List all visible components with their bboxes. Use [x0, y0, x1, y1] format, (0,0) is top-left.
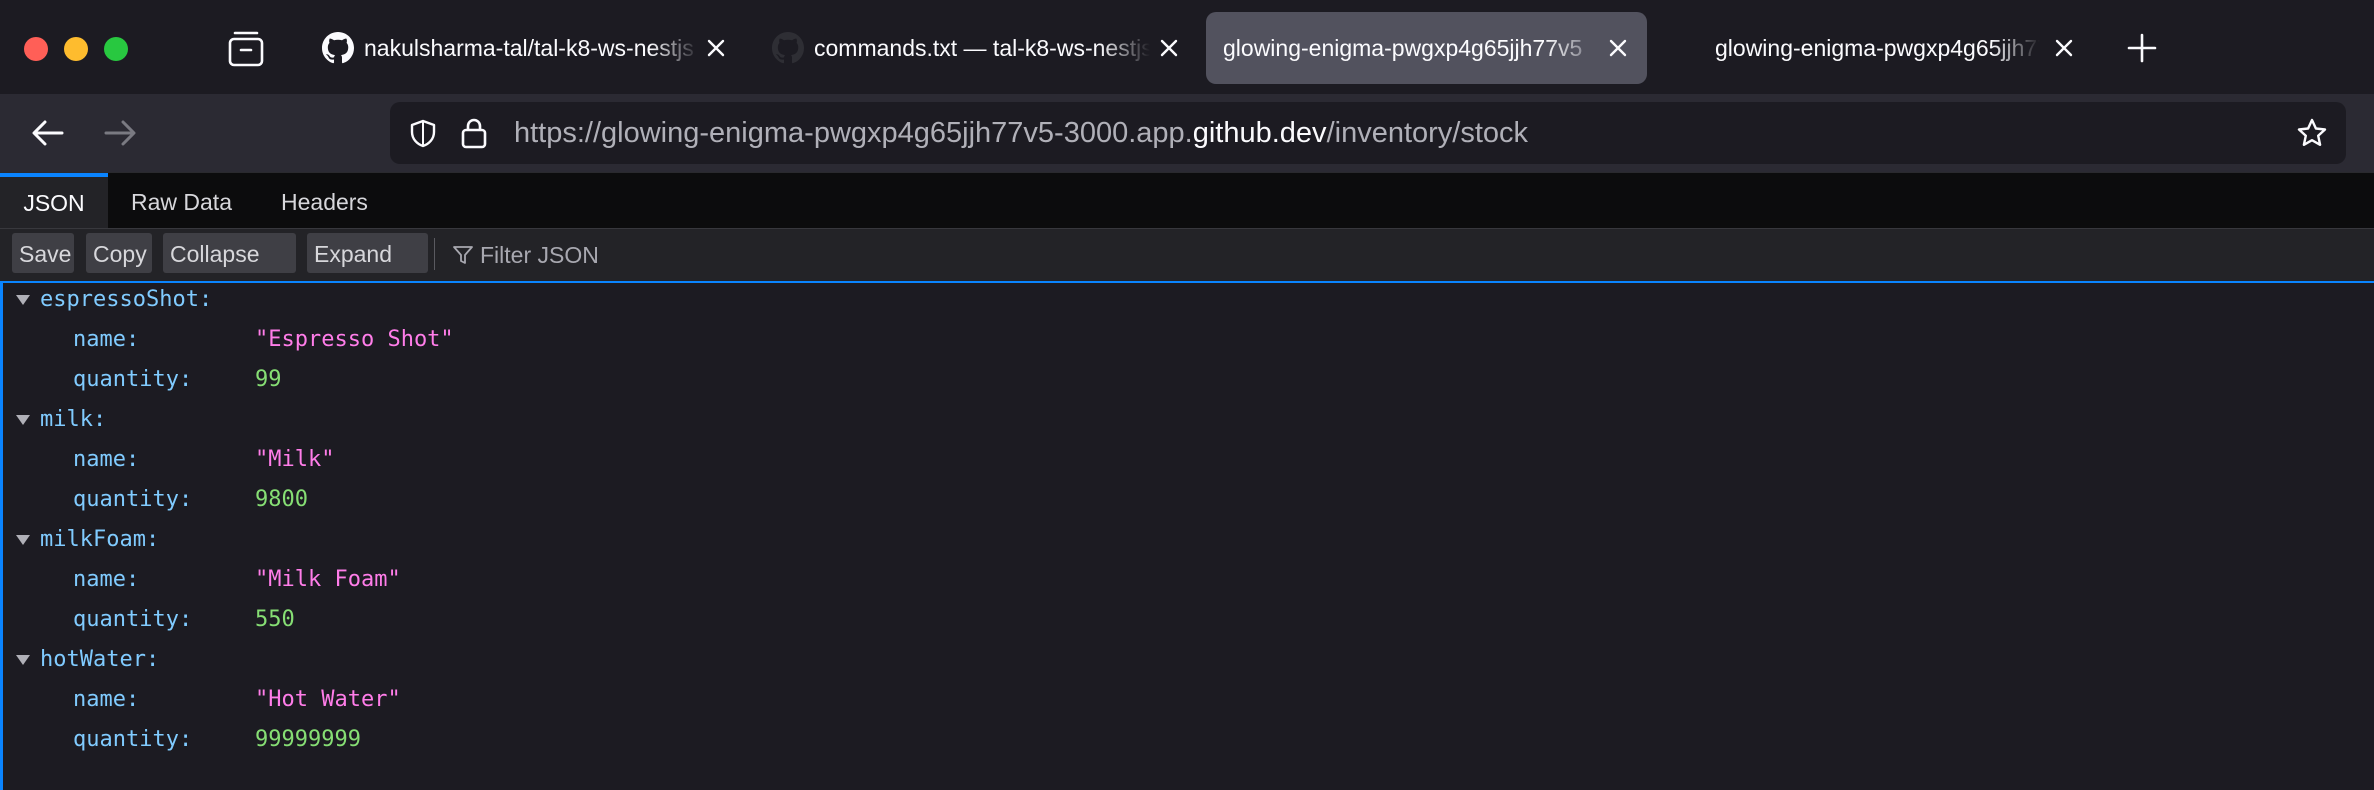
- github-icon: [322, 32, 354, 64]
- json-property-row[interactable]: name: "Milk": [3, 440, 2303, 480]
- triangle-down-icon[interactable]: [15, 414, 31, 426]
- json-key: espressoShot:: [40, 287, 213, 312]
- url-bar[interactable]: https://glowing-enigma-pwgxp4g65jjh77v5-…: [390, 102, 2346, 164]
- tab-headers[interactable]: Headers: [281, 173, 368, 229]
- tab-title: glowing-enigma-pwgxp4g65jjh77v5: [1715, 35, 2040, 61]
- navigation-bar: https://glowing-enigma-pwgxp4g65jjh77v5-…: [0, 94, 2374, 172]
- json-key: milk:: [40, 407, 107, 432]
- json-key: name:: [73, 567, 140, 592]
- json-key: quantity:: [73, 367, 193, 392]
- json-object-row[interactable]: espressoShot:: [3, 280, 2303, 320]
- copy-button[interactable]: Copy: [86, 233, 152, 273]
- browser-tab-commands[interactable]: commands.txt — tal-k8-ws-nestjs: [752, 12, 1192, 84]
- close-icon[interactable]: [1157, 36, 1181, 60]
- tab-title: nakulsharma-tal/tal-k8-ws-nestjs: [364, 35, 694, 61]
- collapse-all-button[interactable]: Collapse All: [163, 233, 296, 309]
- url-text[interactable]: https://glowing-enigma-pwgxp4g65jjh77v5-…: [514, 102, 1528, 164]
- filter-icon: [453, 246, 473, 264]
- json-toolbar: Save Copy Collapse All Expand All Filter…: [0, 228, 2374, 309]
- json-property-row[interactable]: quantity: 550: [3, 600, 2303, 640]
- json-number-value: 99999999: [255, 727, 361, 752]
- json-key: quantity:: [73, 727, 193, 752]
- json-key: name:: [73, 447, 140, 472]
- triangle-down-icon[interactable]: [15, 534, 31, 546]
- json-string-value: "Espresso Shot": [255, 327, 454, 352]
- browser-tab-github-repo[interactable]: nakulsharma-tal/tal-k8-ws-nestjs: [302, 12, 742, 84]
- tab-title: commands.txt — tal-k8-ws-nestjs: [814, 35, 1150, 61]
- json-number-value: 550: [255, 607, 295, 632]
- json-property-row[interactable]: quantity: 99: [3, 360, 2303, 400]
- close-icon[interactable]: [2052, 36, 2076, 60]
- json-object-row[interactable]: milk:: [3, 400, 2303, 440]
- save-button[interactable]: Save: [12, 233, 74, 273]
- json-number-value: 9800: [255, 487, 308, 512]
- close-icon[interactable]: [704, 36, 728, 60]
- json-key: hotWater:: [40, 647, 160, 672]
- browser-tab-active[interactable]: glowing-enigma-pwgxp4g65jjh77v5: [1206, 12, 1647, 84]
- json-number-value: 99: [255, 367, 282, 392]
- star-icon[interactable]: [2296, 117, 2328, 149]
- minimize-window-button[interactable]: [64, 37, 88, 61]
- tab-title: glowing-enigma-pwgxp4g65jjh77v5: [1223, 35, 1583, 61]
- json-key: quantity:: [73, 487, 193, 512]
- browser-tab-strip: nakulsharma-tal/tal-k8-ws-nestjs command…: [0, 0, 2374, 94]
- tab-json[interactable]: JSON: [0, 173, 108, 229]
- shield-icon[interactable]: [408, 118, 438, 148]
- json-string-value: "Hot Water": [255, 687, 401, 712]
- url-path: /inventory/stock: [1326, 117, 1529, 149]
- toolbar-divider: [434, 238, 435, 270]
- firefox-view-icon[interactable]: [228, 30, 264, 68]
- forward-arrow-icon[interactable]: [100, 113, 140, 153]
- filter-json-input[interactable]: Filter JSON: [480, 235, 1080, 273]
- json-key: quantity:: [73, 607, 193, 632]
- triangle-down-icon[interactable]: [15, 654, 31, 666]
- json-key: milkFoam:: [40, 527, 160, 552]
- json-property-row[interactable]: quantity: 9800: [3, 480, 2303, 520]
- close-icon[interactable]: [1606, 36, 1630, 60]
- triangle-down-icon[interactable]: [15, 294, 31, 306]
- json-string-value: "Milk Foam": [255, 567, 401, 592]
- zoom-window-button[interactable]: [104, 37, 128, 61]
- json-property-row[interactable]: name: "Milk Foam": [3, 560, 2303, 600]
- json-string-value: "Milk": [255, 447, 335, 472]
- close-window-button[interactable]: [24, 37, 48, 61]
- expand-all-button[interactable]: Expand All: [307, 233, 428, 309]
- plus-icon[interactable]: [2124, 30, 2160, 66]
- back-arrow-icon[interactable]: [28, 113, 68, 153]
- github-icon: [772, 32, 804, 64]
- json-property-row[interactable]: name: "Hot Water": [3, 680, 2303, 720]
- json-tree: espressoShot: name: "Espresso Shot" quan…: [0, 283, 2374, 790]
- json-object-row[interactable]: hotWater:: [3, 640, 2303, 680]
- browser-tab-inactive[interactable]: glowing-enigma-pwgxp4g65jjh77v5: [1700, 12, 2100, 84]
- url-prefix: https://glowing-enigma-pwgxp4g65jjh77v5-…: [514, 117, 1193, 149]
- url-domain: github.dev: [1192, 117, 1327, 149]
- tab-raw-data[interactable]: Raw Data: [131, 173, 232, 229]
- json-key: name:: [73, 327, 140, 352]
- json-property-row[interactable]: name: "Espresso Shot": [3, 320, 2303, 360]
- json-key: name:: [73, 687, 140, 712]
- json-object-row[interactable]: milkFoam:: [3, 520, 2303, 560]
- json-property-row[interactable]: quantity: 99999999: [3, 720, 2303, 760]
- json-viewer-tabs: JSON Raw Data Headers: [0, 172, 2374, 229]
- lock-icon[interactable]: [460, 117, 488, 149]
